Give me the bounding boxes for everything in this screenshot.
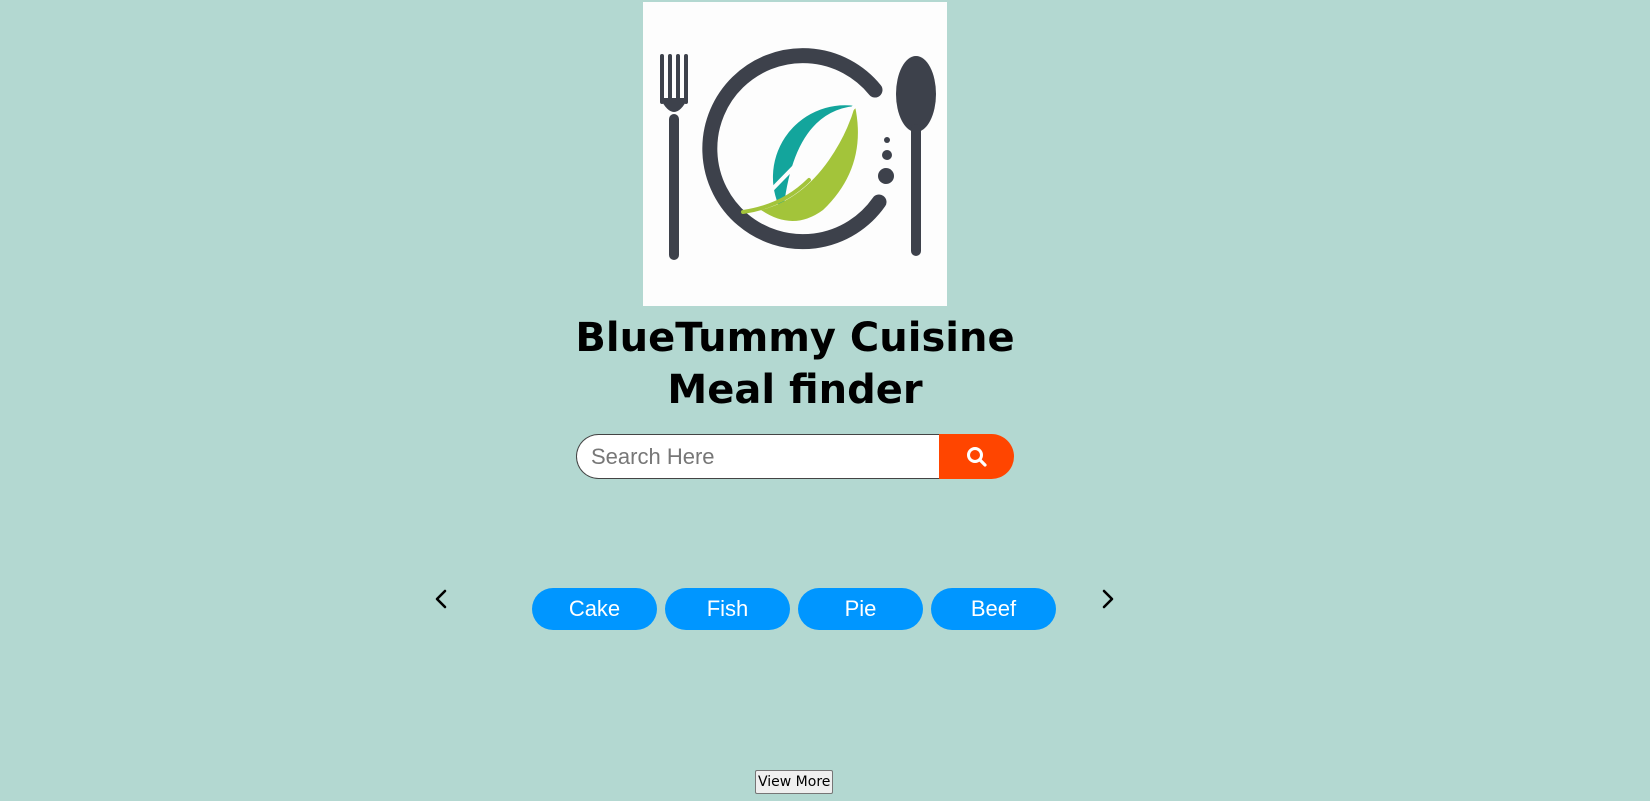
category-list: Cake Fish Pie Beef: [532, 588, 1056, 630]
search-icon: [966, 446, 987, 467]
search-input[interactable]: [576, 434, 940, 479]
view-more-button[interactable]: View More: [755, 770, 834, 794]
plate-fork-spoon-leaf-logo-icon: [660, 48, 936, 260]
category-chip-fish[interactable]: Fish: [665, 588, 790, 630]
carousel-prev-button[interactable]: [426, 584, 456, 614]
page-title: BlueTummy Cuisine Meal finder: [0, 312, 1590, 416]
carousel-next-button[interactable]: [1093, 584, 1123, 614]
logo: [643, 2, 947, 306]
category-chip-pie[interactable]: Pie: [798, 588, 923, 630]
category-chip-beef[interactable]: Beef: [931, 588, 1056, 630]
search-button[interactable]: [939, 434, 1014, 479]
chevron-right-icon: [1102, 589, 1114, 609]
category-chip-cake[interactable]: Cake: [532, 588, 657, 630]
chevron-left-icon: [435, 589, 447, 609]
title-line-2: Meal finder: [667, 367, 923, 413]
title-line-1: BlueTummy Cuisine: [575, 315, 1015, 361]
search-bar: [576, 434, 1014, 479]
